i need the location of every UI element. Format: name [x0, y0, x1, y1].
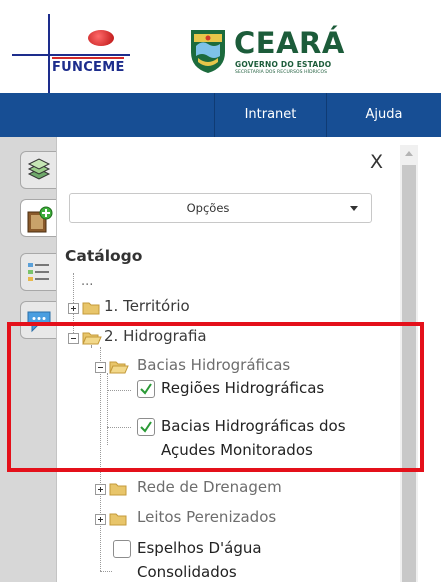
- funceme-logo-text: FUNCEME: [52, 60, 125, 75]
- layers-button[interactable]: [20, 151, 58, 189]
- tree-item-rede-drenagem[interactable]: Rede de Drenagem: [137, 478, 282, 496]
- tree-connector: [100, 523, 101, 571]
- folder-closed-icon: [109, 483, 127, 496]
- tree-item-leitos-perenizados[interactable]: Leitos Perenizados: [137, 508, 276, 526]
- ceara-subtitle-secretaria: SECRETARIA DOS RECURSOS HÍDRICOS: [235, 70, 328, 75]
- ceara-title: CEARÁ: [234, 26, 345, 60]
- expand-rede-icon[interactable]: [95, 484, 106, 495]
- tree-item-espelhos-line2[interactable]: Consolidados: [137, 563, 237, 581]
- ceara-seal-icon: [191, 30, 225, 73]
- ceara-subtitle: GOVERNO DO ESTADO: [235, 60, 332, 69]
- ceara-logo[interactable]: CEARÁ GOVERNO DO ESTADO SECRETARIA DOS R…: [188, 26, 438, 82]
- logo-red-dot: [88, 30, 114, 46]
- header: FUNCEME CEARÁ GOVERNO DO ESTADO SECRETAR…: [0, 0, 441, 96]
- page: FUNCEME CEARÁ GOVERNO DO ESTADO SECRETAR…: [0, 0, 441, 582]
- logo-horizontal-line: [12, 54, 130, 56]
- add-layer-button[interactable]: [20, 199, 58, 237]
- logo-red-bar: [52, 57, 124, 59]
- expand-leitos-icon[interactable]: [95, 514, 106, 525]
- legend-icon: [28, 263, 49, 281]
- tree-connector: [100, 571, 112, 572]
- add-layer-icon: [27, 206, 53, 233]
- checkbox-espelhos[interactable]: [113, 540, 131, 558]
- folder-closed-icon: [82, 302, 100, 315]
- funceme-logo[interactable]: FUNCEME: [6, 8, 156, 96]
- legend-button[interactable]: [20, 253, 58, 291]
- tree-item-territorio[interactable]: 1. Território: [104, 297, 190, 315]
- navbar: Intranet Ajuda: [0, 93, 441, 137]
- expand-territorio-icon[interactable]: [68, 303, 79, 314]
- highlight-box: [7, 322, 424, 472]
- layers-icon: [27, 158, 51, 180]
- folder-closed-icon: [109, 513, 127, 526]
- nav-intranet-link[interactable]: Intranet: [214, 93, 326, 137]
- nav-ajuda-link[interactable]: Ajuda: [326, 93, 441, 137]
- tree-item-espelhos-line1[interactable]: Espelhos D'água: [137, 539, 262, 557]
- tree-ellipsis: ...: [81, 274, 94, 289]
